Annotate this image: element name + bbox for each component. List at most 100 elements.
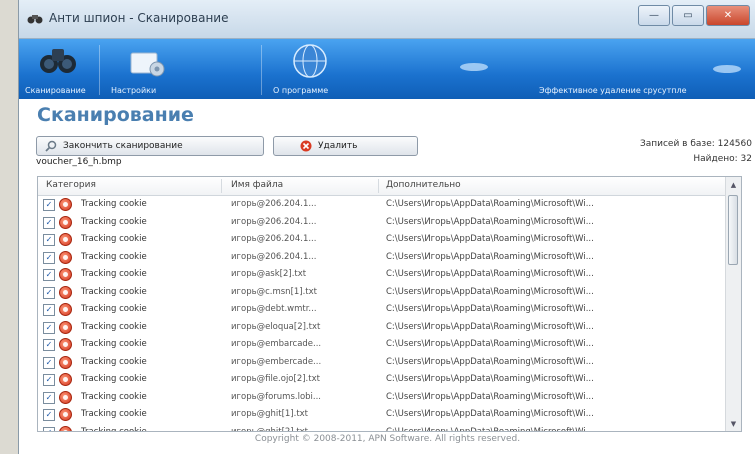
cookie-threat-icon: [59, 198, 72, 211]
finish-scan-label: Закончить сканирование: [63, 141, 183, 151]
row-category: Tracking cookie: [81, 426, 147, 432]
vertical-scrollbar[interactable]: ▲ ▼: [725, 177, 741, 431]
nav-promo[interactable]: Эффективное удаление срусутпле: [439, 39, 755, 99]
row-checkbox[interactable]: ✓: [43, 426, 55, 431]
row-category: Tracking cookie: [81, 199, 147, 209]
minimize-button[interactable]: —: [638, 5, 670, 26]
app-window: Анти шпион - Сканирование — ▭ ✕ Сканиров…: [18, 0, 755, 454]
row-extra: C:\Users\Игорь\AppData\Roaming\Microsoft…: [386, 216, 594, 227]
row-checkbox[interactable]: ✓: [43, 409, 55, 421]
magnifier-icon: [45, 140, 57, 152]
nav-settings-label: Настройки: [111, 86, 157, 95]
row-extra: C:\Users\Игорь\AppData\Roaming\Microsoft…: [386, 391, 594, 402]
copyright-footer: Copyright © 2008-2011, APN Software. All…: [254, 434, 521, 444]
table-row[interactable]: ✓ Tracking cookie игорь@206.204.1... C:\Use…: [38, 214, 726, 232]
row-category: Tracking cookie: [81, 409, 147, 419]
row-category: Tracking cookie: [81, 269, 147, 279]
row-extra: C:\Users\Игорь\AppData\Roaming\Microsoft…: [386, 339, 594, 349]
scroll-down-icon[interactable]: ▼: [726, 416, 741, 431]
results-table: Категория Имя файла Дополнительно ✓ Track…: [37, 176, 742, 432]
found-count: Найдено: 32: [693, 154, 752, 164]
row-filename: игорь@206.204.1...: [231, 251, 317, 262]
nav-about[interactable]: О программе: [265, 39, 365, 99]
cookie-threat-icon: [59, 215, 72, 229]
current-scan-file: voucher_16_h.bmp: [36, 157, 122, 167]
nav-divider: [99, 45, 100, 95]
row-category: Tracking cookie: [81, 321, 147, 332]
delete-label: Удалить: [318, 141, 358, 151]
sparkle-icon: [713, 65, 741, 73]
row-category: Tracking cookie: [81, 304, 147, 314]
row-filename: игорь@c.msn[1].txt: [231, 286, 318, 297]
column-header-category[interactable]: Категория: [46, 180, 96, 190]
row-checkbox[interactable]: ✓: [43, 286, 55, 299]
cookie-threat-icon: [59, 425, 72, 431]
row-filename: игорь@debt.wmtr...: [231, 304, 317, 314]
column-header-filename[interactable]: Имя файла: [231, 180, 283, 190]
row-extra: C:\Users\Игорь\AppData\Roaming\Microsoft…: [386, 234, 594, 244]
row-checkbox[interactable]: ✓: [43, 216, 55, 229]
table-row[interactable]: ✓ Tracking cookie игорь@embercade... C:\Use…: [38, 354, 726, 372]
cookie-threat-icon: [59, 408, 72, 421]
cookie-threat-icon: [59, 373, 72, 386]
table-row[interactable]: ✓ Tracking cookie игорь@ghit[1].txt C:\User…: [38, 406, 726, 424]
row-checkbox[interactable]: ✓: [43, 199, 55, 211]
title-bar[interactable]: Анти шпион - Сканирование — ▭ ✕: [19, 0, 755, 39]
page-title: Сканирование: [37, 104, 194, 126]
row-category: Tracking cookie: [81, 234, 147, 244]
row-filename: игорь@embercade...: [231, 356, 322, 367]
binoculars-icon: [40, 49, 76, 73]
row-checkbox[interactable]: ✓: [43, 321, 55, 334]
delete-icon: [300, 140, 312, 152]
row-checkbox[interactable]: ✓: [43, 374, 55, 386]
scroll-thumb[interactable]: [728, 195, 738, 265]
row-checkbox[interactable]: ✓: [43, 339, 55, 351]
row-extra: C:\Users\Игорь\AppData\Roaming\Microsoft…: [386, 199, 594, 209]
column-divider[interactable]: [221, 179, 222, 193]
row-checkbox[interactable]: ✓: [43, 304, 55, 316]
delete-button[interactable]: Удалить: [273, 136, 418, 156]
row-extra: C:\Users\Игорь\AppData\Roaming\Microsoft…: [386, 269, 594, 279]
table-header: Категория Имя файла Дополнительно: [38, 177, 726, 196]
table-row[interactable]: ✓ Tracking cookie игорь@ask[2].txt C:\Users…: [38, 266, 726, 284]
cookie-threat-icon: [59, 303, 72, 316]
table-row[interactable]: ✓ Tracking cookie игорь@embarcade... C:\Use…: [38, 336, 726, 354]
maximize-button[interactable]: ▭: [672, 5, 704, 26]
row-category: Tracking cookie: [81, 391, 147, 402]
row-checkbox[interactable]: ✓: [43, 234, 55, 246]
table-row[interactable]: ✓ Tracking cookie игорь@forums.lobi... C:\U…: [38, 389, 726, 407]
table-row[interactable]: ✓ Tracking cookie игорь@206.204.1... C:\Use…: [38, 196, 726, 214]
row-category: Tracking cookie: [81, 356, 147, 367]
cookie-threat-icon: [59, 390, 72, 404]
row-filename: игорь@file.ojo[2].txt: [231, 374, 320, 384]
nav-settings[interactable]: Настройки: [103, 39, 189, 99]
table-row[interactable]: ✓ Tracking cookie игорь@c.msn[1].txt C:\Use…: [38, 284, 726, 302]
row-extra: C:\Users\Игорь\AppData\Roaming\Microsoft…: [386, 374, 594, 384]
table-row[interactable]: ✓ Tracking cookie игорь@debt.wmtr... C:\Use…: [38, 301, 726, 319]
column-divider[interactable]: [378, 179, 379, 193]
row-checkbox[interactable]: ✓: [43, 251, 55, 264]
row-filename: игорь@ghit[1].txt: [231, 409, 309, 419]
row-filename: игорь@ghit[2].txt: [231, 426, 309, 432]
table-row[interactable]: ✓ Tracking cookie игорь@206.204.1... C:\Use…: [38, 249, 726, 267]
finish-scan-button[interactable]: Закончить сканирование: [36, 136, 264, 156]
row-extra: C:\Users\Игорь\AppData\Roaming\Microsoft…: [386, 304, 594, 314]
row-extra: C:\Users\Игорь\AppData\Roaming\Microsoft…: [386, 426, 594, 432]
nav-promo-label: Эффективное удаление срусутпле: [539, 86, 687, 95]
globe-icon: [293, 44, 327, 78]
cookie-threat-icon: [59, 250, 72, 264]
table-row[interactable]: ✓ Tracking cookie игорь@file.ojo[2].txt C:\…: [38, 371, 726, 389]
table-row[interactable]: ✓ Tracking cookie игорь@ghit[2].txt C:\User…: [38, 424, 726, 432]
scroll-up-icon[interactable]: ▲: [726, 177, 741, 192]
row-checkbox[interactable]: ✓: [43, 391, 55, 404]
table-row[interactable]: ✓ Tracking cookie игорь@206.204.1... C:\Use…: [38, 231, 726, 249]
close-button[interactable]: ✕: [706, 5, 750, 26]
row-checkbox[interactable]: ✓: [43, 269, 55, 281]
column-header-extra[interactable]: Дополнительно: [386, 180, 461, 190]
row-category: Tracking cookie: [81, 251, 147, 262]
row-checkbox[interactable]: ✓: [43, 356, 55, 369]
table-body: ✓ Tracking cookie игорь@206.204.1... C:\Use…: [38, 196, 726, 432]
table-row[interactable]: ✓ Tracking cookie игорь@eloqua[2].txt C:\Us…: [38, 319, 726, 337]
nav-about-label: О программе: [273, 86, 329, 95]
nav-scan[interactable]: Сканирование: [19, 39, 95, 99]
